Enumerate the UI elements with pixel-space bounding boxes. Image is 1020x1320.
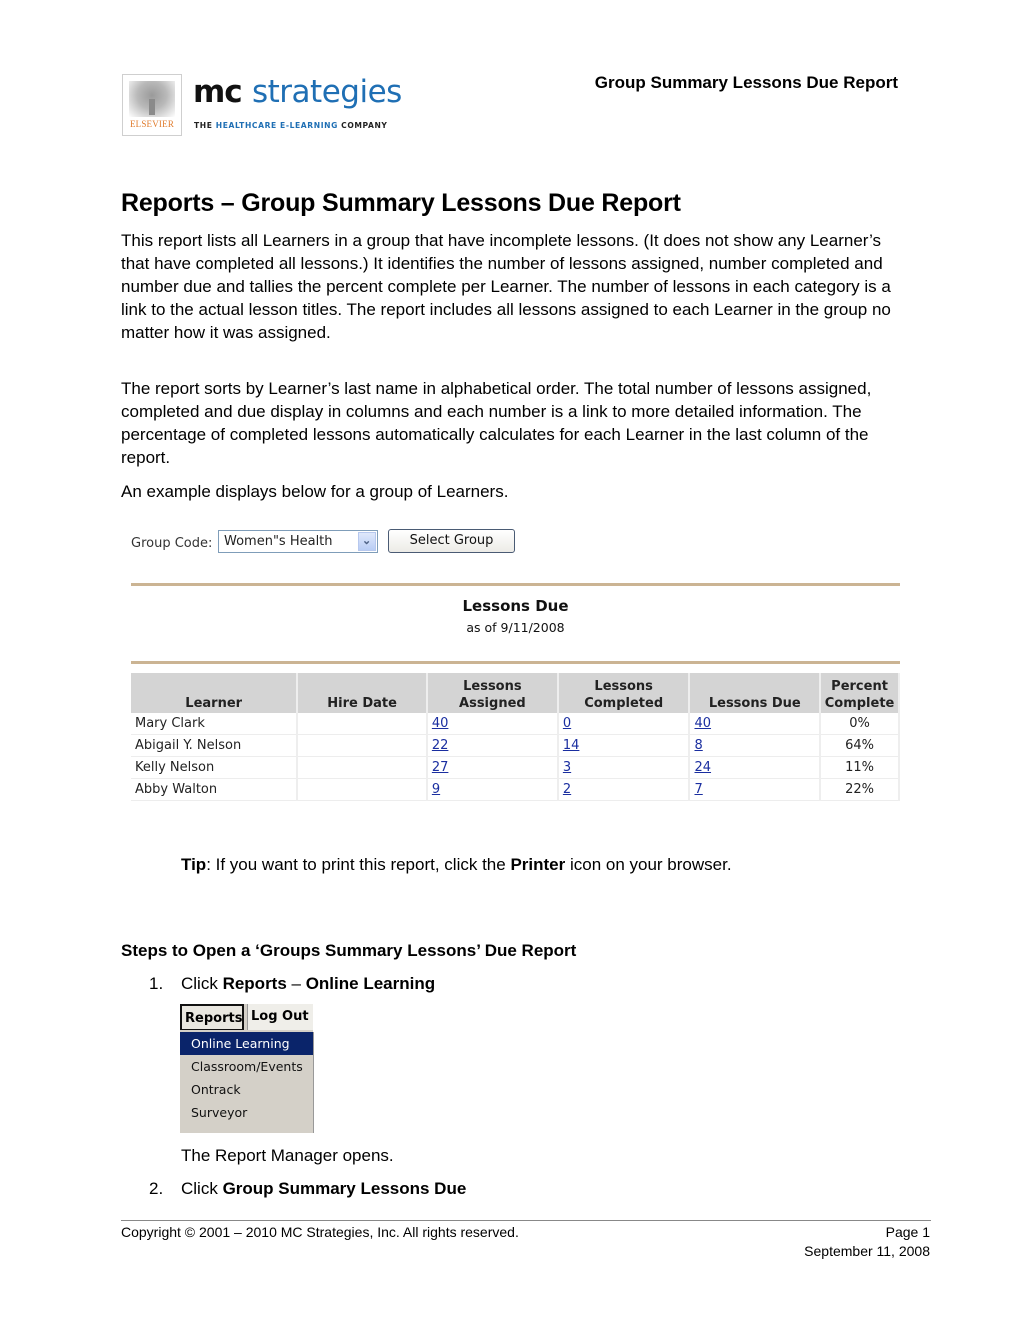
- group-code-label: Group Code:: [131, 536, 213, 551]
- elsevier-logo: ELSEVIER: [122, 74, 182, 136]
- col-label: Lessons: [463, 679, 522, 694]
- hire-date: [297, 713, 428, 735]
- lessons-due-table: Learner Hire Date Lessons Assigned Lesson…: [131, 673, 900, 801]
- due-link[interactable]: 24: [694, 760, 711, 775]
- select-group-button[interactable]: Select Group: [388, 529, 515, 553]
- menu-tab-reports[interactable]: Reports: [180, 1004, 244, 1030]
- col-label: Assigned: [459, 696, 526, 711]
- completed-link[interactable]: 3: [563, 760, 571, 775]
- step-bold-reports: Reports: [222, 974, 287, 993]
- report-title: Lessons Due: [462, 597, 569, 615]
- group-code-select[interactable]: Women"s Health ⌄: [218, 530, 378, 553]
- table-row: Abigail Y. Nelson 22 14 8 64%: [131, 734, 900, 757]
- table-row: Abby Walton 9 2 7 22%: [131, 778, 900, 801]
- intro-paragraph: This report lists all Learners in a grou…: [121, 231, 891, 342]
- steps-heading: Steps to Open a ‘Groups Summary Lessons’…: [121, 941, 577, 960]
- step-note: The Report Manager opens.: [181, 1146, 394, 1165]
- tip-text-end: icon on your browser.: [565, 855, 732, 874]
- report-date: as of 9/11/2008: [466, 620, 565, 635]
- step-bold-group-summary: Group Summary Lessons Due: [222, 1179, 467, 1198]
- step-number: 1.: [149, 974, 164, 993]
- tagline-the: THE: [194, 121, 216, 130]
- page-number: Page 1: [885, 1224, 930, 1240]
- percent-complete: 22%: [820, 778, 900, 801]
- assigned-link[interactable]: 9: [432, 782, 440, 797]
- completed-link[interactable]: 2: [563, 782, 571, 797]
- document-header-title: Group Summary Lessons Due Report: [594, 73, 898, 92]
- reports-menu-screenshot: Reports Log Out Online Learning Classroo…: [180, 1004, 314, 1133]
- learner-name: Mary Clark: [131, 713, 299, 735]
- col-lessons-assigned: Lessons Assigned: [426, 673, 559, 713]
- col-percent-complete: Percent Complete: [820, 673, 900, 713]
- menu-item-surveyor[interactable]: Surveyor: [180, 1101, 313, 1124]
- dropdown-button[interactable]: ⌄: [358, 532, 376, 551]
- table-row: Mary Clark 40 0 40 0%: [131, 713, 900, 735]
- report-divider-top: [131, 583, 900, 586]
- sort-paragraph: The report sorts by Learner’s last name …: [121, 379, 872, 467]
- reports-dropdown: Online Learning Classroom/Events Ontrack…: [180, 1032, 314, 1133]
- due-link[interactable]: 40: [694, 716, 711, 731]
- chevron-down-icon: ⌄: [362, 535, 372, 547]
- tip-printer: Printer: [510, 855, 566, 874]
- report-divider-bottom: [131, 661, 900, 664]
- percent-complete: 11%: [820, 756, 900, 779]
- completed-link[interactable]: 14: [563, 738, 580, 753]
- tagline-healthcare: HEALTHCARE E-LEARNING: [215, 121, 338, 130]
- assigned-link[interactable]: 40: [432, 716, 449, 731]
- tip-label: Tip: [181, 855, 207, 874]
- assigned-link[interactable]: 22: [432, 738, 449, 753]
- learner-name: Abby Walton: [131, 778, 299, 801]
- assigned-link[interactable]: 27: [432, 760, 449, 775]
- col-label: Completed: [584, 696, 664, 711]
- tree-trunk: [149, 99, 155, 115]
- example-paragraph: An example displays below for a group of…: [121, 482, 509, 501]
- menu-item-online-learning[interactable]: Online Learning: [180, 1032, 313, 1055]
- col-label: Complete: [824, 696, 895, 711]
- step-bold-online-learning: Online Learning: [305, 974, 436, 993]
- group-code-value: Women"s Health: [224, 534, 333, 549]
- step-sep: –: [286, 974, 306, 993]
- strategies-logo-text: strategies: [252, 74, 402, 110]
- copyright: Copyright © 2001 – 2010 MC Strategies, I…: [121, 1224, 519, 1240]
- step-text: Click: [181, 974, 223, 993]
- page-title: Reports – Group Summary Lessons Due Repo…: [121, 189, 681, 217]
- percent-complete: 64%: [820, 734, 900, 757]
- learner-name: Abigail Y. Nelson: [131, 734, 299, 757]
- table-row: Kelly Nelson 27 3 24 11%: [131, 756, 900, 779]
- col-label: Lessons: [594, 679, 653, 694]
- step-2: 2. Click Group Summary Lessons Due: [149, 1179, 466, 1199]
- footer-divider: [121, 1220, 931, 1221]
- step-text: Click: [181, 1179, 223, 1198]
- col-label: Percent: [831, 679, 888, 694]
- percent-complete: 0%: [820, 713, 900, 735]
- mc-logo-text: mc: [193, 74, 243, 110]
- completed-link[interactable]: 0: [563, 716, 571, 731]
- step-1: 1. Click Reports – Online Learning: [149, 974, 435, 994]
- step-number: 2.: [149, 1179, 164, 1198]
- menu-tab-logout[interactable]: Log Out: [247, 1004, 313, 1030]
- hire-date: [297, 756, 428, 779]
- tip-text: : If you want to print this report, clic…: [206, 855, 511, 874]
- learner-name: Kelly Nelson: [131, 756, 299, 779]
- col-hire-date: Hire Date: [297, 673, 428, 713]
- due-link[interactable]: 8: [694, 738, 702, 753]
- col-lessons-due: Lessons Due: [689, 673, 822, 713]
- table-header-row: Learner Hire Date Lessons Assigned Lesson…: [131, 673, 900, 713]
- hire-date: [297, 734, 428, 757]
- page-date: September 11, 2008: [804, 1243, 930, 1259]
- print-tip: Tip: If you want to print this report, c…: [181, 855, 732, 875]
- logo-tagline: THE HEALTHCARE E-LEARNING COMPANY: [194, 121, 388, 130]
- menu-item-ontrack[interactable]: Ontrack: [180, 1078, 313, 1101]
- col-lessons-completed: Lessons Completed: [557, 673, 691, 713]
- due-link[interactable]: 7: [694, 782, 702, 797]
- menu-item-classroom-events[interactable]: Classroom/Events: [180, 1055, 313, 1078]
- tagline-company: COMPANY: [337, 121, 388, 130]
- hire-date: [297, 778, 428, 801]
- col-learner: Learner: [131, 673, 299, 713]
- elsevier-wordmark: ELSEVIER: [129, 119, 175, 129]
